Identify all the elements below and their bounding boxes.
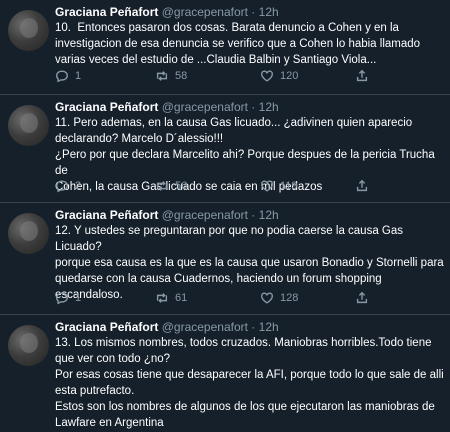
author-handle[interactable]: @gracepenafort	[162, 208, 248, 222]
reply-count: 1	[75, 292, 82, 304]
retweet-icon	[156, 71, 168, 81]
separator-dot: ·	[251, 208, 256, 222]
author-name[interactable]: Graciana Peñafort	[55, 5, 158, 19]
retweet-icon	[156, 293, 168, 303]
like-button[interactable]: 128	[260, 291, 298, 305]
share-icon	[356, 179, 368, 192]
like-count: 128	[280, 292, 299, 304]
retweet-count: 61	[175, 292, 188, 304]
retweet-button[interactable]: 56	[155, 179, 187, 193]
author-handle[interactable]: @gracepenafort	[162, 100, 248, 114]
reply-button[interactable]: 1	[55, 69, 81, 83]
tweet-actions: 1 58 120	[55, 69, 445, 85]
separator-dot: ·	[251, 5, 256, 19]
retweet-count: 56	[175, 180, 188, 192]
share-icon	[356, 291, 368, 304]
heart-icon	[261, 180, 273, 192]
reply-icon	[56, 70, 68, 83]
author-name[interactable]: Graciana Peñafort	[55, 100, 158, 114]
reply-count: 2	[75, 180, 82, 192]
author-handle[interactable]: @gracepenafort	[162, 320, 248, 334]
tweet-header: Graciana Peñafort @gracepenafort · 12h	[55, 5, 279, 19]
separator-dot: ·	[251, 100, 256, 114]
tweet[interactable]: Graciana Peñafort @gracepenafort · 12h 1…	[0, 315, 450, 432]
author-handle[interactable]: @gracepenafort	[162, 5, 248, 19]
retweet-button[interactable]: 58	[155, 69, 187, 83]
author-name[interactable]: Graciana Peñafort	[55, 320, 158, 334]
tweet-actions: 1 61 128	[55, 291, 445, 307]
timestamp[interactable]: 12h	[259, 208, 279, 222]
avatar[interactable]	[8, 213, 49, 254]
heart-icon	[261, 70, 273, 82]
avatar[interactable]	[8, 105, 49, 146]
reply-count: 1	[75, 70, 82, 82]
retweet-icon	[156, 181, 168, 191]
retweet-button[interactable]: 61	[155, 291, 187, 305]
timestamp[interactable]: 12h	[259, 100, 279, 114]
reply-icon	[56, 292, 68, 305]
tweet-header: Graciana Peñafort @gracepenafort · 12h	[55, 208, 279, 222]
tweet-text: 13. Los mismos nombres, todos cruzados. …	[55, 337, 444, 429]
tweet-header: Graciana Peñafort @gracepenafort · 12h	[55, 100, 279, 114]
share-button[interactable]	[355, 291, 369, 305]
avatar[interactable]	[8, 325, 49, 366]
timestamp[interactable]: 12h	[259, 5, 279, 19]
like-count: 120	[280, 70, 299, 82]
avatar[interactable]	[8, 10, 49, 51]
like-button[interactable]: 120	[260, 69, 298, 83]
tweet-actions: 2 56 119	[55, 179, 445, 195]
reply-button[interactable]: 2	[55, 179, 81, 193]
tweet[interactable]: Graciana Peñafort @gracepenafort · 12h 1…	[0, 95, 450, 203]
author-name[interactable]: Graciana Peñafort	[55, 208, 158, 222]
share-button[interactable]	[355, 69, 369, 83]
like-count: 119	[280, 180, 298, 192]
heart-icon	[261, 292, 273, 304]
share-icon	[356, 69, 368, 82]
tweet[interactable]: Graciana Peñafort @gracepenafort · 12h 1…	[0, 0, 450, 95]
reply-icon	[56, 180, 68, 193]
share-button[interactable]	[355, 179, 369, 193]
tweet-header: Graciana Peñafort @gracepenafort · 12h	[55, 320, 279, 334]
timestamp[interactable]: 12h	[259, 320, 279, 334]
retweet-count: 58	[175, 70, 188, 82]
tweet-text: 10. Entonces pasaron dos cosas. Barata d…	[55, 22, 421, 66]
tweet[interactable]: Graciana Peñafort @gracepenafort · 12h 1…	[0, 203, 450, 315]
reply-button[interactable]: 1	[55, 291, 81, 305]
like-button[interactable]: 119	[260, 179, 298, 193]
separator-dot: ·	[251, 320, 256, 334]
